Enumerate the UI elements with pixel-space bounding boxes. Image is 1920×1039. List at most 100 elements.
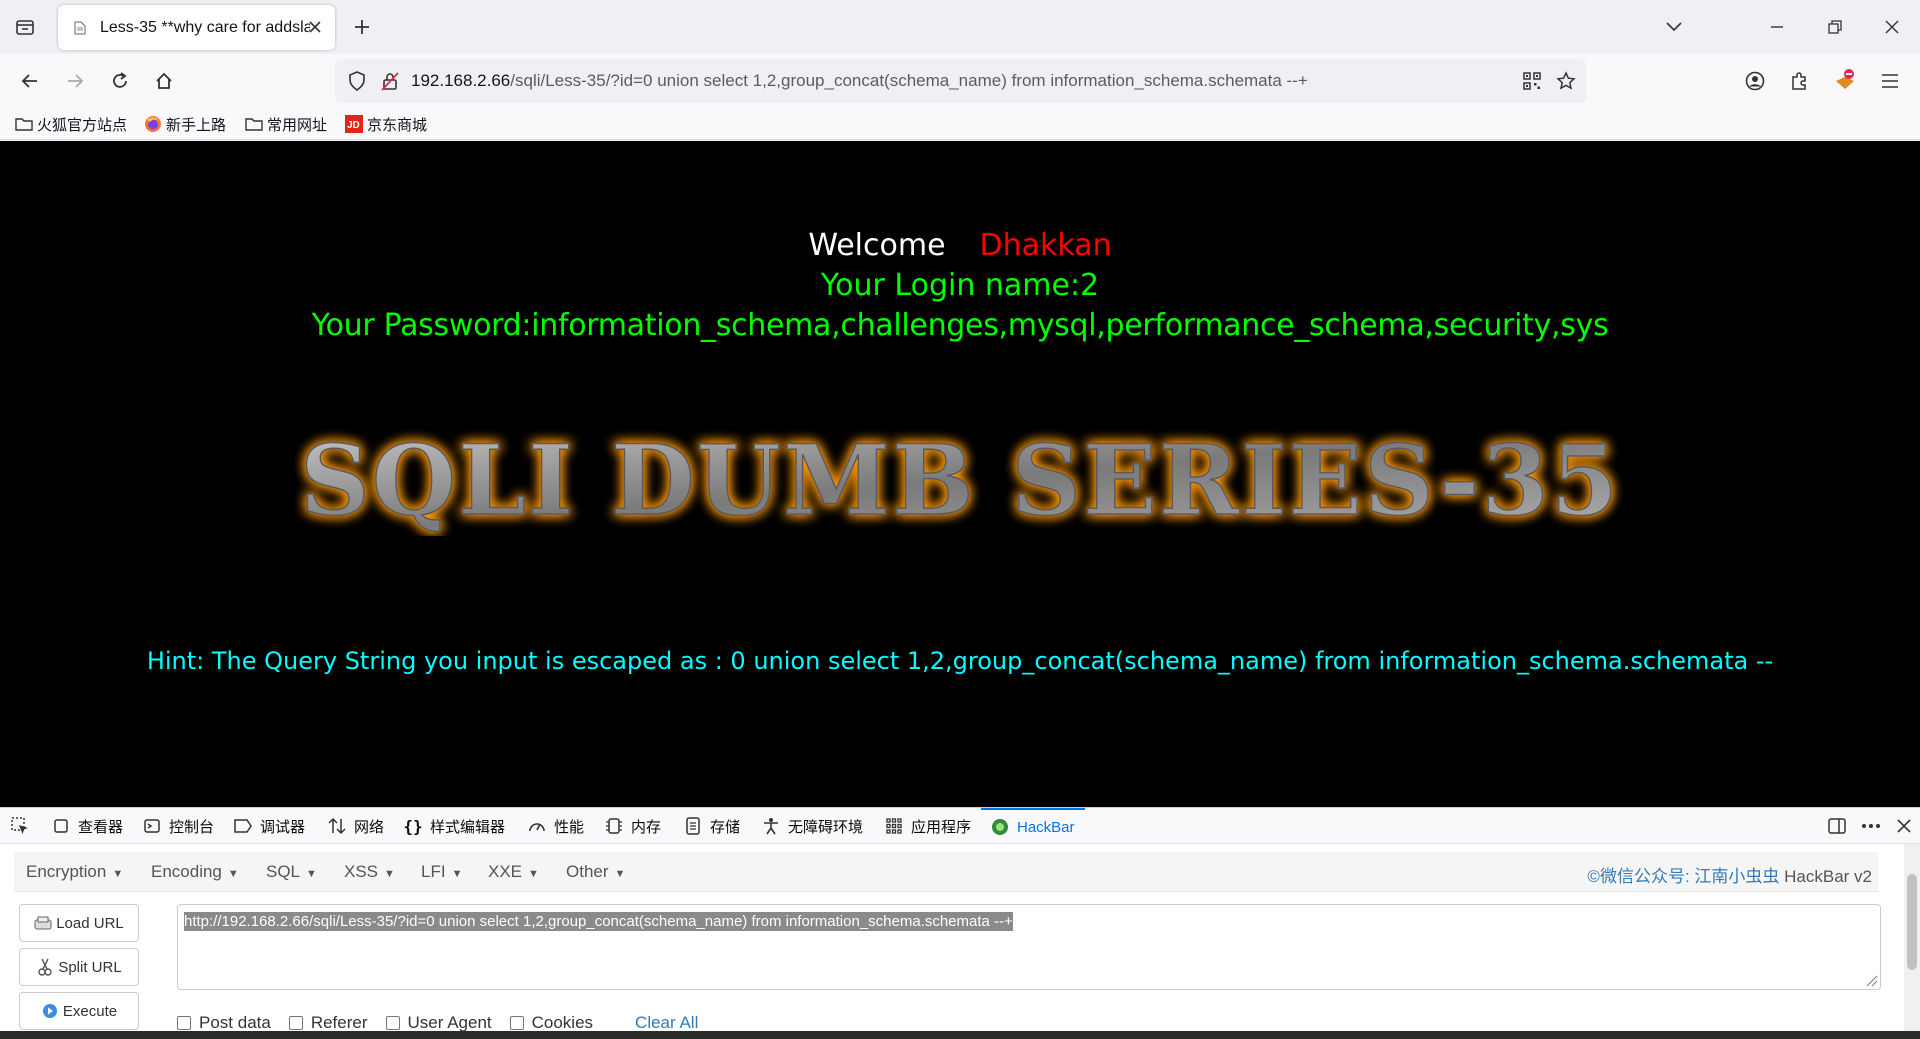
caret-down-icon: ▼ <box>227 868 239 880</box>
extensions-icon[interactable] <box>1784 66 1814 96</box>
post-data-checkbox[interactable]: Post data <box>177 1013 271 1033</box>
reload-icon[interactable] <box>105 66 135 96</box>
tab-label: 控制台 <box>169 818 215 836</box>
menu-encoding[interactable]: Encoding ▼ <box>151 862 239 882</box>
tab-debugger[interactable]: 调试器 <box>234 808 305 844</box>
caret-down-icon: ▼ <box>384 868 395 880</box>
tab-accessibility[interactable]: 无障碍环境 <box>762 808 863 844</box>
accessibility-icon <box>762 817 780 835</box>
execute-icon <box>41 1002 59 1020</box>
button-label: Split URL <box>58 958 122 976</box>
welcome-line: Welcome Dhakkan <box>0 228 1920 263</box>
minimize-icon[interactable] <box>1762 12 1792 42</box>
bookmarks-toolbar: 火狐官方站点 新手上路 常用网址 JD 京东商城 <box>0 108 1920 140</box>
url-host: 192.168.2.66 <box>411 71 511 90</box>
tracking-protection-shield-icon[interactable] <box>345 69 369 93</box>
resize-handle-icon[interactable] <box>1864 973 1878 987</box>
active-tab[interactable]: Less-35 **why care for addslashes()** <box>58 5 335 50</box>
menu-lfi[interactable]: LFI ▼ <box>421 862 462 882</box>
tab-label: 调试器 <box>260 818 306 836</box>
close-devtools-icon[interactable] <box>1892 814 1916 838</box>
user-agent-checkbox[interactable]: User Agent <box>385 1013 492 1033</box>
close-window-icon[interactable] <box>1877 12 1907 42</box>
tab-label: 网络 <box>354 818 385 836</box>
tab-inspector[interactable]: 查看器 <box>52 808 123 844</box>
menu-label: XSS <box>344 862 379 881</box>
menu-icon[interactable] <box>1875 66 1905 96</box>
qr-code-icon[interactable] <box>1520 69 1544 93</box>
devtools-toolbar: 查看器 控制台 调试器 网络 {} 样式编辑器 性能 内存 存储 无障碍环境 应… <box>0 808 1920 844</box>
tab-list-icon[interactable] <box>12 14 38 40</box>
url-path: /sqli/Less-35/?id=0 union select 1,2,gro… <box>510 71 1308 90</box>
list-all-tabs-icon[interactable] <box>1659 12 1689 42</box>
bookmark-item[interactable]: 新手上路 <box>144 112 226 136</box>
tab-label: 存储 <box>710 818 741 836</box>
close-tab-icon[interactable] <box>305 17 325 37</box>
menu-sql[interactable]: SQL ▼ <box>266 862 317 882</box>
home-icon[interactable] <box>149 66 179 96</box>
devtools-scrollbar[interactable] <box>1904 844 1920 1039</box>
password-line: Your Password:information_schema,challen… <box>311 308 1609 343</box>
tab-application[interactable]: 应用程序 <box>885 808 971 844</box>
user-name: Dhakkan <box>979 228 1112 263</box>
more-options-icon[interactable] <box>1859 814 1883 838</box>
tab-label: 样式编辑器 <box>430 818 506 836</box>
menu-xss[interactable]: XSS ▼ <box>344 862 395 882</box>
console-icon <box>143 817 161 835</box>
extension-badge-icon[interactable] <box>1830 66 1860 96</box>
split-url-button[interactable]: Split URL <box>19 948 139 986</box>
cookies-checkbox[interactable]: Cookies <box>509 1013 593 1033</box>
checkbox-label: User Agent <box>407 1013 492 1032</box>
url-bar[interactable]: 192.168.2.66/sqli/Less-35/?id=0 union se… <box>335 59 1586 103</box>
tab-label: 内存 <box>631 818 662 836</box>
element-picker-icon[interactable] <box>10 808 30 844</box>
bookmark-item[interactable]: 常用网址 <box>245 112 327 136</box>
credit-suffix: HackBar v2 <box>1779 867 1872 886</box>
dock-side-icon[interactable] <box>1825 814 1849 838</box>
insecure-lock-icon[interactable] <box>378 69 402 93</box>
new-tab-icon[interactable] <box>349 14 375 40</box>
page-favicon-icon <box>72 20 88 36</box>
tab-hackbar[interactable]: HackBar <box>981 808 1085 844</box>
load-url-icon <box>34 914 52 932</box>
bookmark-label: 新手上路 <box>166 116 227 134</box>
referer-checkbox[interactable]: Referer <box>288 1013 368 1033</box>
back-icon[interactable] <box>15 66 45 96</box>
account-icon[interactable] <box>1740 66 1770 96</box>
tab-label: 查看器 <box>78 818 124 836</box>
checkbox-icon <box>385 1016 400 1030</box>
url-text[interactable]: 192.168.2.66/sqli/Less-35/?id=0 union se… <box>411 71 1308 91</box>
tab-storage[interactable]: 存储 <box>684 808 740 844</box>
tab-network[interactable]: 网络 <box>328 808 384 844</box>
url-textarea-value: http://192.168.2.66/sqli/Less-35/?id=0 u… <box>184 912 1013 931</box>
scrollbar-thumb[interactable] <box>1907 874 1917 970</box>
forward-icon[interactable] <box>60 66 90 96</box>
hint-text: Hint: The Query String you input is esca… <box>146 647 1774 675</box>
clear-all-link[interactable]: Clear All <box>635 1013 698 1033</box>
tab-strip: Less-35 **why care for addslashes()** <box>0 0 1920 54</box>
credit-name: 江南小虫虫 <box>1694 867 1780 886</box>
restore-icon[interactable] <box>1820 12 1850 42</box>
menu-encryption[interactable]: Encryption ▼ <box>26 862 123 882</box>
credit-prefix: ©微信公众号: <box>1587 867 1695 886</box>
bookmark-item[interactable]: 火狐官方站点 <box>15 112 127 136</box>
folder-icon <box>15 115 33 133</box>
menu-xxe[interactable]: XXE ▼ <box>488 862 539 882</box>
inspector-icon <box>52 817 70 835</box>
tab-memory[interactable]: 内存 <box>605 808 661 844</box>
bookmark-star-icon[interactable] <box>1554 69 1578 93</box>
execute-button[interactable]: Execute <box>19 992 139 1030</box>
load-url-button[interactable]: Load URL <box>19 904 139 942</box>
tab-console[interactable]: 控制台 <box>143 808 214 844</box>
memory-icon <box>605 817 623 835</box>
caret-down-icon: ▼ <box>528 868 539 880</box>
tab-performance[interactable]: 性能 <box>528 808 584 844</box>
bookmark-item[interactable]: JD 京东商城 <box>345 112 427 136</box>
folder-icon <box>245 115 263 133</box>
url-textarea[interactable]: http://192.168.2.66/sqli/Less-35/?id=0 u… <box>177 904 1881 990</box>
menu-label: XXE <box>488 862 523 881</box>
navigation-bar: 192.168.2.66/sqli/Less-35/?id=0 union se… <box>0 54 1920 108</box>
menu-other[interactable]: Other ▼ <box>566 862 625 882</box>
tab-style-editor[interactable]: {} 样式编辑器 <box>403 808 506 844</box>
tab-label: 无障碍环境 <box>788 818 864 836</box>
